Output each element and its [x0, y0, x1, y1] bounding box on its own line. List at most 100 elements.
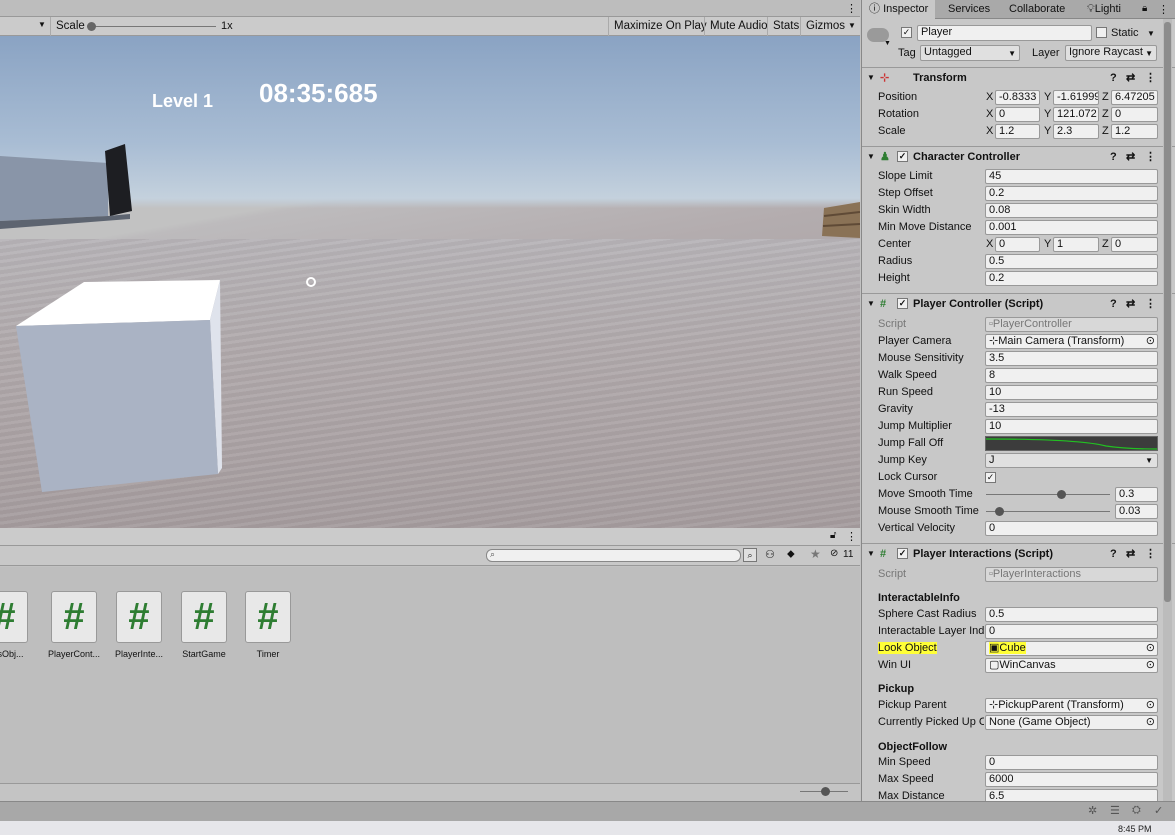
lock-cursor-checkbox[interactable]: ✓ — [985, 472, 996, 483]
jump-fall-off-curve[interactable] — [985, 436, 1158, 451]
search-by-type-icon[interactable]: ⌕ — [743, 548, 757, 562]
player-controller-header[interactable]: ▼ # ✓ Player Controller (Script) ? ⇄ ⋮ — [862, 293, 1175, 313]
position-y-field[interactable]: -1.61999 — [1053, 90, 1099, 105]
inspector-scrollbar-thumb[interactable] — [1164, 22, 1171, 602]
currently-picked-field[interactable]: None (Game Object) ⊙ — [985, 715, 1158, 730]
run-speed-field[interactable]: 10 — [985, 385, 1158, 400]
max-distance-field[interactable]: 6.5 — [985, 789, 1158, 801]
rotation-z-field[interactable]: 0 — [1111, 107, 1158, 122]
asset-item[interactable]: # Timer — [238, 591, 298, 659]
interactable-layer-field[interactable]: 0 — [985, 624, 1158, 639]
jump-multiplier-field[interactable]: 10 — [985, 419, 1158, 434]
icon-dropdown-icon[interactable]: ▼ — [884, 40, 891, 47]
stats-button[interactable]: Stats — [767, 17, 804, 36]
position-x-field[interactable]: -0.8333 — [995, 90, 1040, 105]
more-options-icon[interactable]: ⋮ — [1145, 294, 1156, 314]
step-offset-field[interactable]: 0.2 — [985, 186, 1158, 201]
skin-width-field[interactable]: 0.08 — [985, 203, 1158, 218]
hidden-packages-icon[interactable]: ⊘ — [830, 548, 838, 559]
active-checkbox[interactable]: ✓ — [901, 27, 912, 38]
collab-icon[interactable]: ⛭ — [1132, 804, 1141, 817]
more-options-icon[interactable]: ⋮ — [1145, 544, 1156, 564]
transform-header[interactable]: ▼ ⊹ Transform ? ⇄ ⋮ — [862, 67, 1175, 87]
static-dropdown-icon[interactable]: ▼ — [1147, 29, 1155, 38]
cache-icon[interactable]: ☰ — [1110, 804, 1120, 817]
bug-icon[interactable]: ✲ — [1088, 804, 1097, 817]
center-z-field[interactable]: 0 — [1111, 237, 1158, 252]
height-field[interactable]: 0.2 — [985, 271, 1158, 286]
more-options-icon[interactable]: ⋮ — [1158, 3, 1169, 16]
walk-speed-field[interactable]: 8 — [985, 368, 1158, 383]
static-checkbox[interactable] — [1096, 27, 1107, 38]
look-object-field[interactable]: ▣Cube ⊙ — [985, 641, 1158, 656]
scale-slider-handle[interactable] — [87, 22, 96, 31]
gizmos-button[interactable]: Gizmos — [800, 17, 850, 36]
win-ui-field[interactable]: ▢WinCanvas ⊙ — [985, 658, 1158, 673]
move-smooth-slider-track[interactable] — [986, 494, 1110, 495]
vertical-velocity-field[interactable]: 0 — [985, 521, 1158, 536]
scale-y-field[interactable]: 2.3 — [1053, 124, 1099, 139]
move-smooth-slider-handle[interactable] — [1056, 490, 1066, 499]
tag-icon[interactable]: ⬥ — [787, 548, 795, 561]
mouse-smooth-slider-track[interactable] — [986, 511, 1110, 512]
asset-item[interactable]: # sicsObj... — [0, 591, 35, 659]
search-input[interactable]: ⌕ — [486, 549, 741, 562]
checkmark-icon[interactable]: ✓ — [1154, 804, 1163, 817]
lock-icon[interactable]: 🔒︎ — [1142, 3, 1147, 14]
player-interactions-header[interactable]: ▼ # ✓ Player Interactions (Script) ? ⇄ ⋮ — [862, 543, 1175, 563]
object-name-input[interactable]: Player — [917, 25, 1092, 41]
layer-dropdown[interactable]: Ignore Raycast ▼ — [1065, 45, 1157, 61]
preset-icon[interactable]: ⇄ — [1126, 68, 1135, 88]
tab-collaborate[interactable]: Collaborate — [1002, 0, 1072, 19]
slope-limit-field[interactable]: 45 — [985, 169, 1158, 184]
asset-item[interactable]: # PlayerInte... — [109, 591, 169, 659]
asset-item[interactable]: # StartGame — [174, 591, 234, 659]
object-picker-icon[interactable]: ⊙ — [1146, 716, 1155, 729]
asset-item[interactable]: # PlayerCont... — [44, 591, 104, 659]
help-icon[interactable]: ? — [1110, 68, 1117, 88]
icon-size-slider-handle[interactable] — [821, 787, 830, 796]
mute-audio-button[interactable]: Mute Audio — [704, 17, 773, 36]
enabled-checkbox[interactable]: ✓ — [897, 298, 908, 309]
enabled-checkbox[interactable]: ✓ — [897, 151, 908, 162]
move-smooth-time-field[interactable]: 0.3 — [1115, 487, 1158, 502]
game-viewport[interactable]: Level 1 08:35:685 — [0, 36, 860, 528]
object-picker-icon[interactable]: ⊙ — [1146, 335, 1155, 348]
scale-x-field[interactable]: 1.2 — [995, 124, 1040, 139]
mouse-smooth-slider-handle[interactable] — [995, 507, 1005, 516]
center-x-field[interactable]: 0 — [995, 237, 1040, 252]
object-picker-icon[interactable]: ⊙ — [1146, 659, 1155, 672]
tab-inspector[interactable]: ⓘ Inspector — [862, 0, 936, 19]
max-speed-field[interactable]: 6000 — [985, 772, 1158, 787]
lock-icon[interactable]: 🔓︎ — [830, 530, 836, 541]
scale-z-field[interactable]: 1.2 — [1111, 124, 1158, 139]
preset-icon[interactable]: ⇄ — [1126, 544, 1135, 564]
tab-lighting[interactable]: 💡︎Lighti — [1080, 0, 1128, 19]
more-options-icon[interactable]: ⋮ — [1145, 147, 1156, 167]
preset-icon[interactable]: ⇄ — [1126, 294, 1135, 314]
more-options-icon[interactable]: ⋮ — [846, 530, 857, 543]
filter-by-label-icon[interactable]: ⚇ — [765, 548, 775, 561]
more-options-icon[interactable]: ⋮ — [846, 2, 857, 15]
help-icon[interactable]: ? — [1110, 147, 1117, 167]
character-controller-header[interactable]: ▼ ♟ ✓ Character Controller ? ⇄ ⋮ — [862, 146, 1175, 166]
sphere-cast-radius-field[interactable]: 0.5 — [985, 607, 1158, 622]
position-z-field[interactable]: 6.47205 — [1111, 90, 1158, 105]
min-move-distance-field[interactable]: 0.001 — [985, 220, 1158, 235]
object-picker-icon[interactable]: ⊙ — [1146, 642, 1155, 655]
display-dropdown-arrow-icon[interactable]: ▼ — [38, 20, 46, 29]
help-icon[interactable]: ? — [1110, 294, 1117, 314]
maximize-on-play-button[interactable]: Maximize On Play — [608, 17, 712, 36]
gravity-field[interactable]: -13 — [985, 402, 1158, 417]
tag-dropdown[interactable]: Untagged ▼ — [920, 45, 1020, 61]
radius-field[interactable]: 0.5 — [985, 254, 1158, 269]
enabled-checkbox[interactable]: ✓ — [897, 548, 908, 559]
rotation-x-field[interactable]: 0 — [995, 107, 1040, 122]
mouse-sensitivity-field[interactable]: 3.5 — [985, 351, 1158, 366]
center-y-field[interactable]: 1 — [1053, 237, 1099, 252]
tab-services[interactable]: Services — [941, 0, 997, 19]
more-options-icon[interactable]: ⋮ — [1145, 68, 1156, 88]
player-camera-field[interactable]: ⊹Main Camera (Transform) ⊙ — [985, 334, 1158, 349]
scale-slider-track[interactable] — [90, 26, 216, 27]
favorite-star-icon[interactable]: ★ — [810, 547, 821, 561]
